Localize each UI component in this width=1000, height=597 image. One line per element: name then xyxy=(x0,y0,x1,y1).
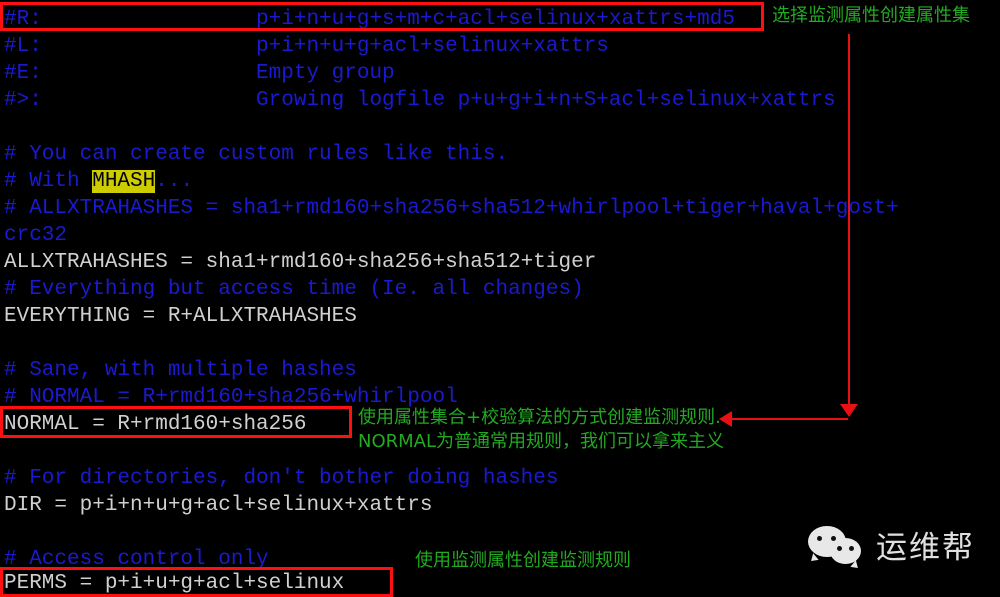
annotation-line: 使用监测属性创建监测规则 xyxy=(415,550,631,571)
note-attribute-set: 选择监测属性创建属性集 xyxy=(772,4,970,28)
wechat-watermark: 运维帮 xyxy=(808,522,975,567)
terminal-line: #>: Growing logfile p+u+g+i+n+S+acl+seli… xyxy=(4,89,836,112)
terminal-line: EVERYTHING = R+ALLXTRAHASHES xyxy=(4,305,357,328)
note-perms-rule: 使用监测属性创建监测规则 xyxy=(415,549,631,573)
annotation-line: 选择监测属性创建属性集 xyxy=(772,5,970,26)
terminal-line: # Access control only xyxy=(4,548,269,571)
terminal-line: #E: Empty group xyxy=(4,62,395,85)
wechat-eye-icon xyxy=(837,545,842,551)
terminal-line: ALLXTRAHASHES = sha1+rmd160+sha256+sha51… xyxy=(4,251,597,274)
terminal-line-text: ... xyxy=(155,170,194,193)
terminal-line: DIR = p+i+n+u+g+acl+selinux+xattrs xyxy=(4,494,433,517)
terminal-line: #L: p+i+n+u+g+acl+selinux+xattrs xyxy=(4,35,609,58)
terminal-line: NORMAL = R+rmd160+sha256 xyxy=(4,413,307,436)
terminal-line: # You can create custom rules like this. xyxy=(4,143,509,166)
search-highlight: MHASH xyxy=(92,170,156,193)
annotation-line: NORMAL为普通常用规则，我们可以拿来主义 xyxy=(358,431,725,452)
wechat-bubble-small-icon xyxy=(830,537,861,564)
arrow-down-icon xyxy=(840,404,858,417)
terminal-line: PERMS = p+i+u+g+acl+selinux xyxy=(4,572,345,595)
terminal-text-area: #R: p+i+n+u+g+s+m+c+acl+selinux+xattrs+m… xyxy=(0,0,1000,597)
arrow-left-icon xyxy=(719,411,732,427)
terminal-line: # With MHASH... xyxy=(4,168,193,195)
terminal-line: # ALLXTRAHASHES = sha1+rmd160+sha256+sha… xyxy=(4,197,899,220)
terminal-line: # For directories, don't bother doing ha… xyxy=(4,467,559,490)
connector-vertical-line xyxy=(848,34,850,412)
terminal-line-text: # With xyxy=(4,170,93,193)
watermark-label: 运维帮 xyxy=(876,530,975,566)
wechat-eye-icon xyxy=(849,545,854,551)
wechat-icon xyxy=(808,524,866,566)
terminal-line: #R: p+i+n+u+g+s+m+c+acl+selinux+xattrs+m… xyxy=(4,8,735,31)
connector-horizontal-line xyxy=(730,418,848,420)
wechat-eye-icon xyxy=(817,535,822,541)
note-normal-rule: 使用属性集合+校验算法的方式创建监测规则. NORMAL为普通常用规则，我们可以拿… xyxy=(358,406,724,454)
terminal-line: crc32 xyxy=(4,224,68,247)
annotation-line: 使用属性集合+校验算法的方式创建监测规则. xyxy=(358,407,721,428)
terminal-line: # Everything but access time (Ie. all ch… xyxy=(4,278,584,301)
terminal-line: # Sane, with multiple hashes xyxy=(4,359,357,382)
